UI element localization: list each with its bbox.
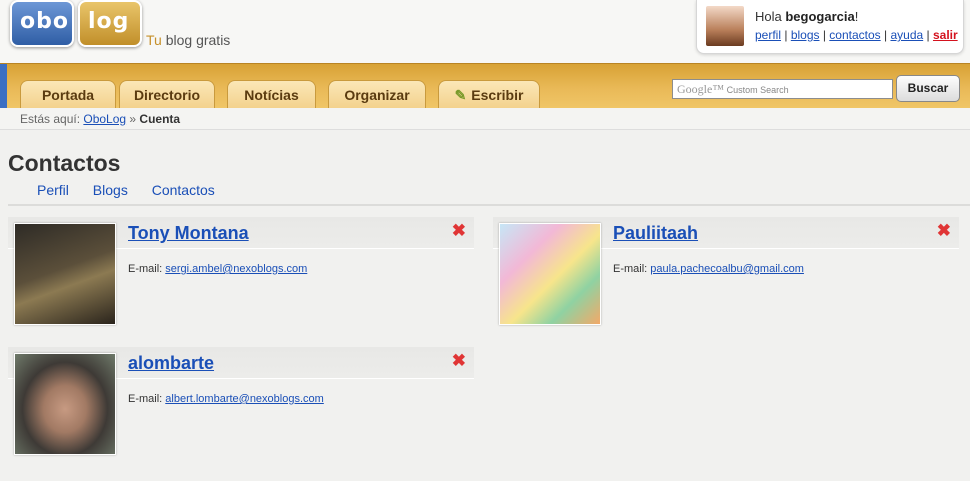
contact-photo[interactable] <box>499 223 601 325</box>
obolog-logo[interactable]: obo log <box>10 0 142 47</box>
subnav-blogs[interactable]: Blogs <box>93 182 128 198</box>
user-links: perfil | blogs | contactos | ayuda | sal… <box>755 28 958 42</box>
salir-link[interactable]: salir <box>933 28 958 42</box>
subnav-perfil[interactable]: Perfil <box>37 182 69 198</box>
link-separator: | <box>923 28 933 42</box>
page-title: Contactos <box>8 150 121 176</box>
perfil-link[interactable]: perfil <box>755 28 781 42</box>
tagline: Tu blog gratis <box>146 32 230 48</box>
contact-email: E-mail: paula.pachecoalbu@gmail.com <box>613 263 804 275</box>
remove-contact-icon[interactable]: ✖ <box>452 351 466 371</box>
contact-card: Pauliitaah ✖ E-mail: paula.pachecoalbu@g… <box>493 217 959 332</box>
remove-contact-icon[interactable]: ✖ <box>937 221 951 241</box>
search-placeholder: Custom Search <box>726 85 789 95</box>
tab-escribir[interactable]: ✎ Escribir <box>438 80 540 109</box>
logo-log: log <box>78 0 142 47</box>
remove-contact-icon[interactable]: ✖ <box>452 221 466 241</box>
search-input[interactable]: Google™ Custom Search <box>672 79 893 99</box>
link-separator: | <box>781 28 791 42</box>
breadcrumb-obolog-link[interactable]: OboLog <box>83 112 126 126</box>
email-link[interactable]: paula.pachecoalbu@gmail.com <box>650 263 804 275</box>
blogs-link[interactable]: blogs <box>791 28 820 42</box>
main-nav: Portada Directorio Notícias Organizar ✎ E… <box>0 63 970 109</box>
email-label: E-mail: <box>613 263 651 275</box>
user-box: Hola begogarcia! perfil | blogs | contac… <box>696 0 964 54</box>
greeting-text: Hola <box>755 9 786 24</box>
buscar-button[interactable]: Buscar <box>896 75 960 102</box>
contact-name-link[interactable]: alombarte <box>128 353 214 374</box>
user-greeting: Hola begogarcia! <box>755 9 858 24</box>
contactos-link[interactable]: contactos <box>829 28 880 42</box>
contact-photo[interactable] <box>14 353 116 455</box>
contact-email: E-mail: albert.lombarte@nexoblogs.com <box>128 393 324 405</box>
contact-photo[interactable] <box>14 223 116 325</box>
email-label: E-mail: <box>128 263 166 275</box>
email-label: E-mail: <box>128 393 166 405</box>
subnav-contactos[interactable]: Contactos <box>152 182 215 198</box>
tab-noticias[interactable]: Notícias <box>227 80 316 109</box>
sub-nav: Perfil Blogs Contactos <box>37 182 235 198</box>
tagline-rest: blog gratis <box>161 32 231 48</box>
tab-escribir-label: Escribir <box>471 87 524 103</box>
tab-organizar[interactable]: Organizar <box>328 80 426 109</box>
user-avatar[interactable] <box>706 6 744 46</box>
email-link[interactable]: sergi.ambel@nexoblogs.com <box>165 263 307 275</box>
ayuda-link[interactable]: ayuda <box>890 28 923 42</box>
contact-email: E-mail: sergi.ambel@nexoblogs.com <box>128 263 307 275</box>
logo-obo: obo <box>10 0 74 47</box>
greeting-exclaim: ! <box>854 9 859 24</box>
breadcrumb-current: Cuenta <box>139 112 181 126</box>
contact-name-link[interactable]: Pauliitaah <box>613 223 698 244</box>
breadcrumb: Estás aquí: OboLog » Cuenta <box>0 108 970 130</box>
google-brand: Google™ <box>677 82 725 96</box>
email-link[interactable]: albert.lombarte@nexoblogs.com <box>165 393 324 405</box>
breadcrumb-sep: » <box>126 112 140 126</box>
site-header: obo log Tu blog gratis Hola begogarcia! … <box>0 0 970 63</box>
tagline-tu: Tu <box>146 32 162 48</box>
subnav-divider <box>8 204 970 206</box>
breadcrumb-prefix: Estás aquí: <box>20 112 84 126</box>
contact-name-link[interactable]: Tony Montana <box>128 223 249 244</box>
contact-card: alombarte ✖ E-mail: albert.lombarte@nexo… <box>8 347 474 462</box>
username: begogarcia <box>785 9 855 24</box>
contact-card: Tony Montana ✖ E-mail: sergi.ambel@nexob… <box>8 217 474 332</box>
tab-directorio[interactable]: Directorio <box>119 80 215 109</box>
pencil-icon: ✎ <box>454 87 467 103</box>
link-separator: | <box>880 28 891 42</box>
tab-portada[interactable]: Portada <box>20 80 116 109</box>
link-separator: | <box>819 28 830 42</box>
